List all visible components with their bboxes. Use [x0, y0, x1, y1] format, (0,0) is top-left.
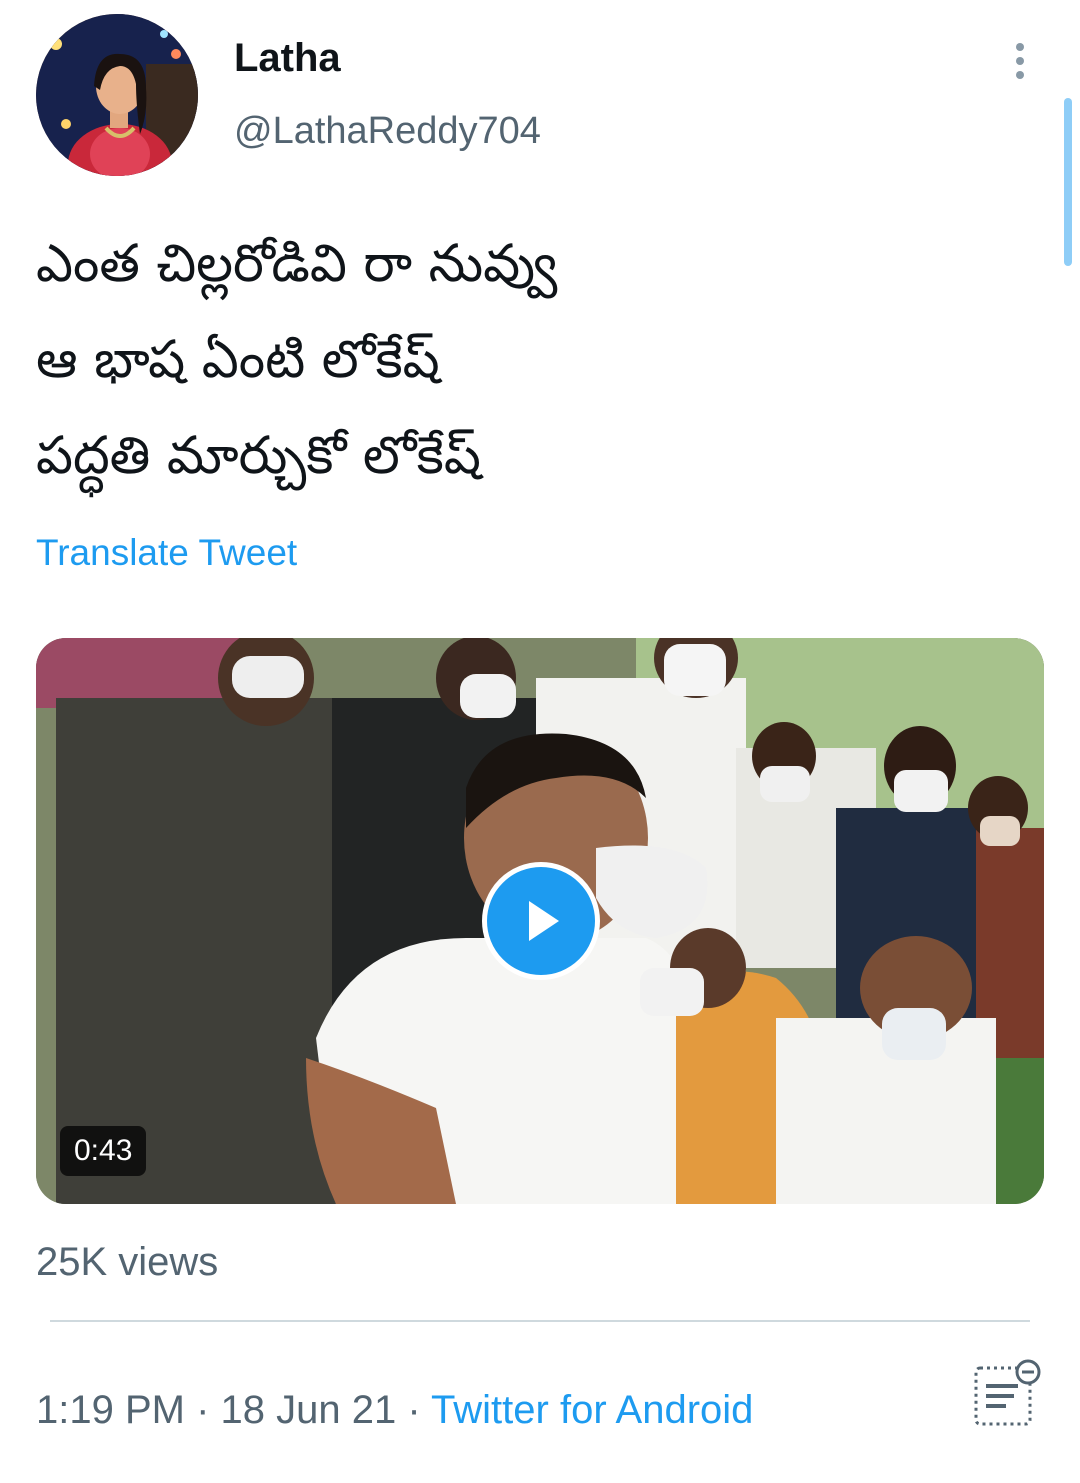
meta-separator: ·: [184, 1388, 221, 1432]
tweet-text-line: ఆ భాష ఏంటి లోకేష్: [36, 330, 440, 390]
video-player[interactable]: 0:43: [36, 638, 1044, 1204]
more-vertical-icon-dot: [1016, 57, 1024, 65]
tweet-time[interactable]: 1:19 PM: [36, 1388, 185, 1432]
view-analytics-icon: [974, 1359, 1041, 1426]
display-name[interactable]: Latha: [234, 36, 341, 81]
view-count: 25K views: [36, 1240, 219, 1284]
tweet-text: ఎంత చిల్లరోడివి రా నువ్వు ఆ భాష ఏంటి లోక…: [36, 216, 1036, 504]
profile-avatar[interactable]: [36, 14, 198, 176]
play-icon: [529, 901, 559, 941]
avatar-image: [36, 14, 198, 176]
tweet-text-line: పద్ధతి మార్చుకో లోకేష్: [36, 426, 481, 486]
tweet-date[interactable]: 18 Jun 21: [221, 1388, 397, 1432]
view-analytics-button[interactable]: [970, 1358, 1046, 1434]
meta-separator: ·: [396, 1388, 432, 1432]
user-handle[interactable]: @LathaReddy704: [234, 110, 541, 153]
video-duration-badge: 0:43: [60, 1126, 147, 1176]
more-vertical-icon-dot: [1016, 71, 1024, 79]
divider: [50, 1320, 1030, 1322]
tweet-source-link[interactable]: Twitter for Android: [431, 1388, 753, 1432]
tweet-text-line: ఎంత చిల్లరోడివి రా నువ్వు: [36, 234, 558, 294]
scrollbar[interactable]: [1064, 98, 1072, 266]
more-options-button[interactable]: [1000, 36, 1040, 86]
tweet-metadata: 1:19 PM · 18 Jun 21 · Twitter for Androi…: [36, 1388, 753, 1433]
more-vertical-icon: [1016, 43, 1024, 51]
translate-tweet-link[interactable]: Translate Tweet: [36, 532, 297, 574]
play-button[interactable]: [482, 862, 600, 980]
